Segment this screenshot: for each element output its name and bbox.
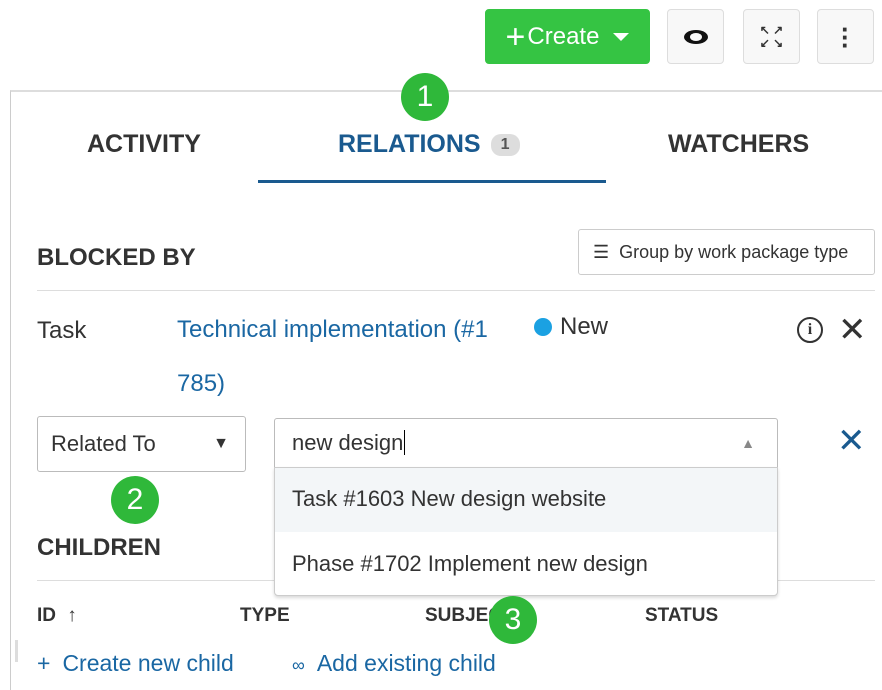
suggestion-item[interactable]: Phase #1702 Implement new design <box>275 532 777 596</box>
suggestions-dropdown: Task #1603 New design website Phase #170… <box>274 467 778 596</box>
sort-ascending-icon: ↑ <box>67 605 77 626</box>
relation-type-select[interactable]: Related To ▼ <box>37 416 246 472</box>
column-type[interactable]: TYPE <box>240 605 290 627</box>
status-dot <box>534 318 552 336</box>
tab-relations[interactable]: RELATIONS 1 <box>338 130 520 159</box>
relations-count-badge: 1 <box>490 133 520 156</box>
relation-type: Task <box>37 317 87 344</box>
active-tab-underline <box>258 180 606 183</box>
plus-icon: + <box>505 17 526 56</box>
callout-1: 1 <box>401 73 449 121</box>
tab-activity[interactable]: ACTIVITY <box>87 130 201 159</box>
suggestion-item[interactable]: Task #1603 New design website <box>275 468 777 532</box>
divider <box>37 290 875 291</box>
cancel-relation-icon[interactable]: ✕ <box>837 421 866 461</box>
watch-button[interactable] <box>667 9 724 64</box>
resize-handle[interactable] <box>15 640 18 662</box>
caret-down-icon: ▼ <box>213 435 229 452</box>
blocked-by-heading: BLOCKED BY <box>37 244 196 271</box>
caret-down-icon <box>613 32 630 41</box>
plus-icon: + <box>37 650 51 676</box>
children-heading: CHILDREN <box>37 534 161 561</box>
fullscreen-button[interactable]: ↖ ↗ ↙ ↘ <box>743 9 800 64</box>
eye-icon <box>683 29 708 44</box>
callout-3: 3 <box>489 596 537 644</box>
remove-relation-icon[interactable]: ✕ <box>838 310 867 350</box>
tab-watchers[interactable]: WATCHERS <box>668 130 809 159</box>
info-icon[interactable]: i <box>797 317 823 343</box>
work-package-search-input[interactable]: new design ▲ <box>274 418 778 468</box>
link-icon: ∞ <box>292 655 305 675</box>
add-existing-child-link[interactable]: ∞ Add existing child <box>292 650 496 677</box>
more-button[interactable]: · · · <box>817 9 874 64</box>
relation-status: New <box>534 313 608 341</box>
group-icon: ☰ <box>593 241 610 262</box>
create-button[interactable]: + Create <box>485 9 650 64</box>
expand-icon: ↖ ↗ ↙ ↘ <box>759 22 784 50</box>
column-status[interactable]: STATUS <box>645 605 718 627</box>
relation-subject-link[interactable]: Technical implementation (#1 785) <box>177 303 488 411</box>
create-new-child-link[interactable]: + Create new child <box>37 650 234 677</box>
more-vertical-icon: · · · <box>841 13 850 60</box>
group-by-button[interactable]: ☰ Group by work package type <box>578 229 875 275</box>
callout-2: 2 <box>111 476 159 524</box>
caret-up-icon: ▲ <box>741 435 755 451</box>
column-id[interactable]: ID ↑ <box>37 605 77 627</box>
